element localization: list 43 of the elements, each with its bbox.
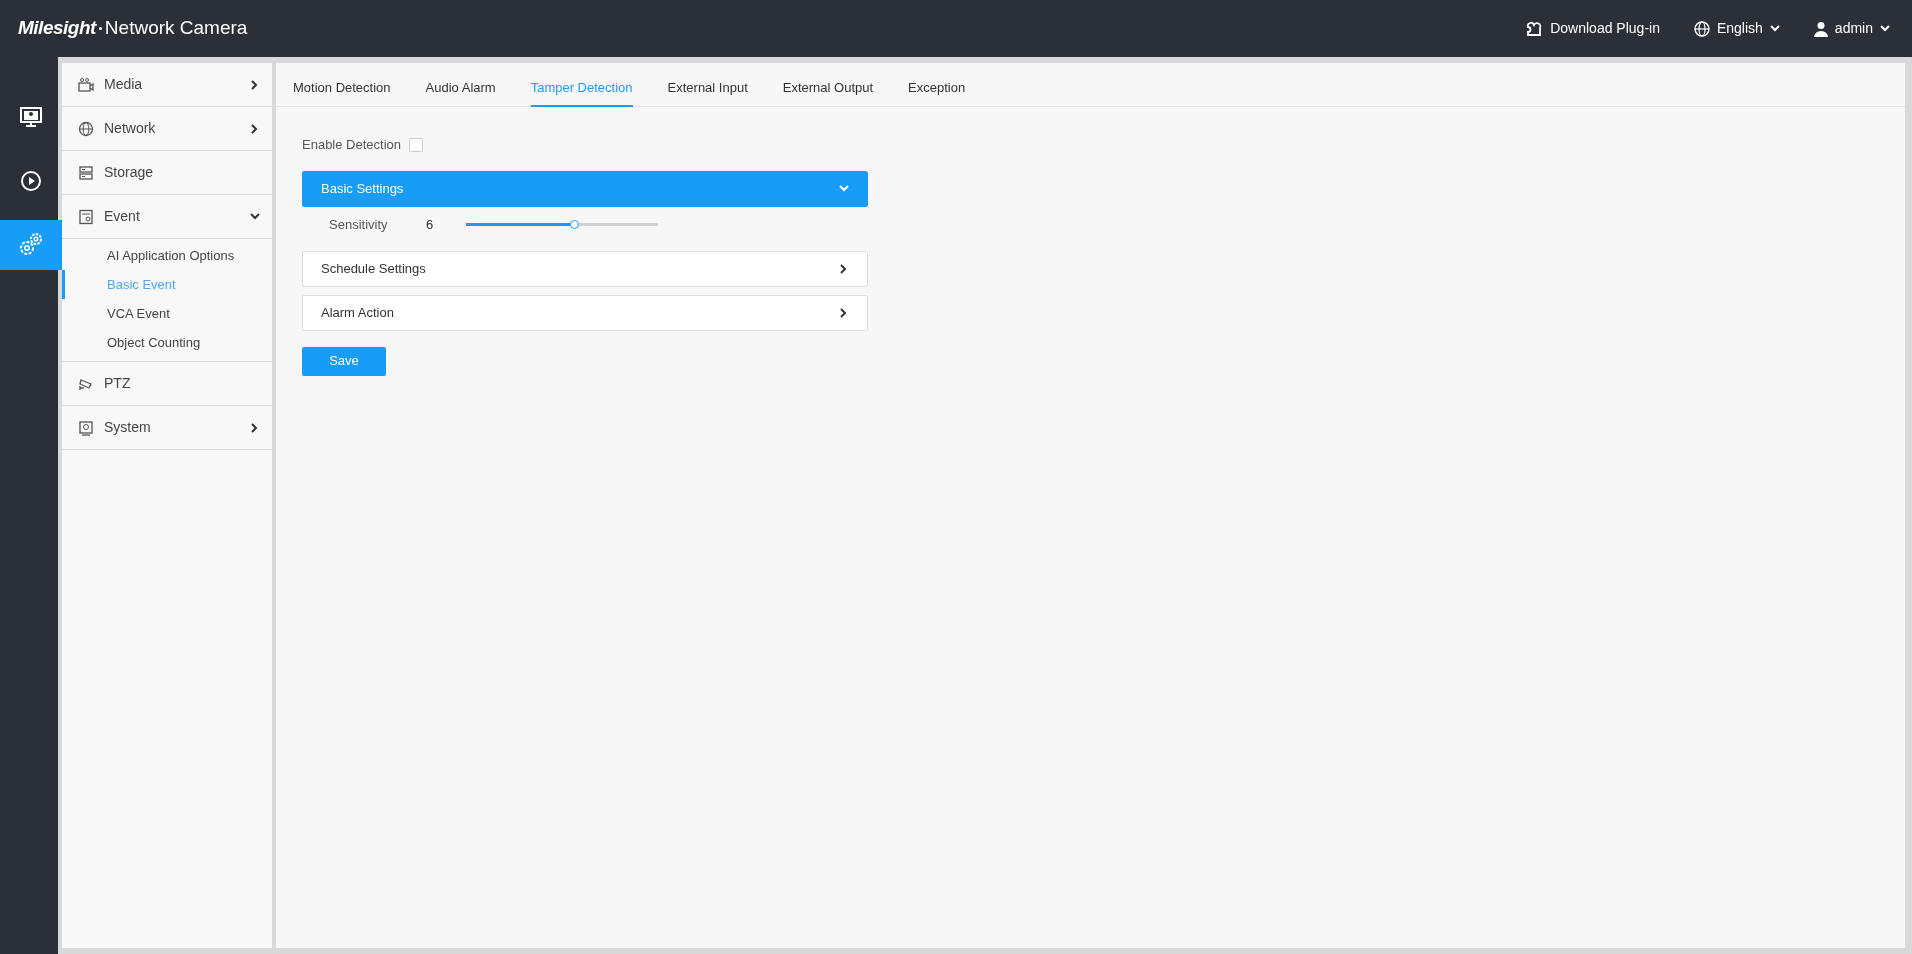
play-circle-icon xyxy=(20,170,42,192)
calendar-icon xyxy=(78,208,94,225)
chevron-down-icon xyxy=(839,183,849,194)
camera-icon xyxy=(78,76,94,93)
globe-icon xyxy=(78,120,94,137)
sidebar-item[interactable]: Event xyxy=(62,195,272,239)
monitor-icon xyxy=(20,107,42,127)
globe-icon xyxy=(1693,20,1710,37)
chevron-down-icon xyxy=(1880,23,1890,34)
brand-separator-dot xyxy=(98,27,102,30)
slider-value: 6 xyxy=(426,215,435,234)
user-icon xyxy=(1813,20,1828,37)
accordion-header[interactable]: Schedule Settings xyxy=(302,250,868,287)
enable-detection-label: Enable Detection xyxy=(302,136,401,154)
slider-track[interactable] xyxy=(466,223,658,226)
chevron-right-icon xyxy=(839,263,849,274)
language-dropdown[interactable]: English xyxy=(1693,18,1780,39)
tab[interactable]: Audio Alarm xyxy=(425,63,496,107)
user-dropdown[interactable]: admin xyxy=(1813,18,1890,39)
accordion-header[interactable]: Alarm Action xyxy=(302,294,868,331)
tab[interactable]: External Input xyxy=(667,63,748,107)
chevron-down-icon xyxy=(1769,23,1780,34)
download-plugin-link[interactable]: Download Plug-in xyxy=(1525,18,1660,39)
tab[interactable]: Motion Detection xyxy=(293,63,391,107)
tab[interactable]: Exception xyxy=(908,63,966,107)
sidebar-subitem[interactable]: AI Application Options xyxy=(62,241,272,270)
slider-label: Sensitivity xyxy=(329,215,389,234)
sidebar-item[interactable]: Network xyxy=(62,107,272,151)
slider-thumb[interactable] xyxy=(569,220,579,229)
chevron-right-icon xyxy=(839,307,849,318)
brand-logo: Milesight xyxy=(18,16,96,41)
enable-detection-checkbox[interactable] xyxy=(409,137,423,152)
sidebar-item[interactable]: PTZ xyxy=(62,362,272,406)
app-title: Network Camera xyxy=(104,16,248,41)
sidebar-item[interactable]: Media xyxy=(62,63,272,107)
storage-icon xyxy=(78,164,94,181)
sidebar-item[interactable]: System xyxy=(62,406,272,450)
sidebar-item[interactable]: Storage xyxy=(62,151,272,195)
tab[interactable]: External Output xyxy=(782,63,874,107)
gears-icon xyxy=(18,232,44,258)
puzzle-icon xyxy=(1525,20,1544,37)
sidebar-subitem[interactable]: Object Counting xyxy=(62,328,272,357)
sidebar-subitem[interactable]: VCA Event xyxy=(62,299,272,328)
